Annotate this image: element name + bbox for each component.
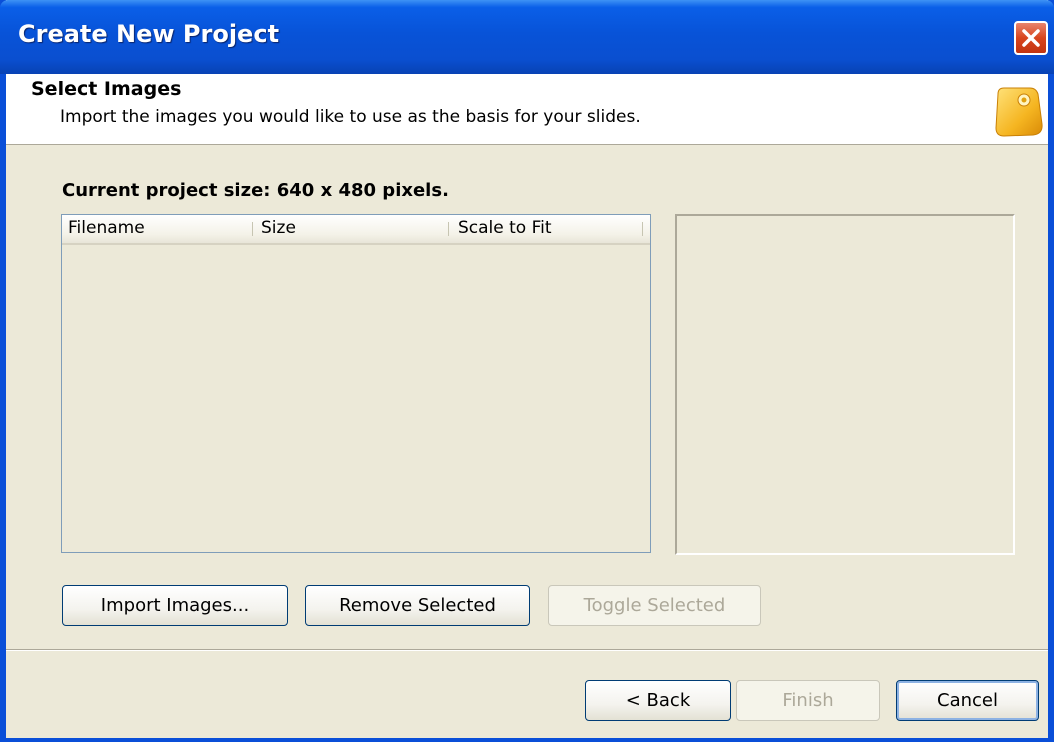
- column-divider[interactable]: [252, 222, 253, 236]
- back-button[interactable]: < Back: [585, 680, 731, 721]
- image-list[interactable]: Filename Size Scale to Fit: [61, 214, 651, 553]
- step-title: Select Images: [31, 78, 182, 100]
- import-images-button[interactable]: Import Images...: [62, 585, 288, 626]
- column-filename[interactable]: Filename: [68, 218, 145, 238]
- cancel-button[interactable]: Cancel: [896, 680, 1039, 721]
- column-scale-to-fit[interactable]: Scale to Fit: [458, 218, 552, 238]
- image-list-header: Filename Size Scale to Fit: [62, 215, 650, 245]
- column-divider[interactable]: [448, 222, 449, 236]
- wizard-header: Select Images Import the images you woul…: [6, 74, 1048, 145]
- column-divider[interactable]: [642, 222, 643, 236]
- close-icon: [1022, 29, 1040, 47]
- footer-divider: [6, 649, 1048, 651]
- window-title: Create New Project: [18, 20, 280, 48]
- step-description: Import the images you would like to use …: [60, 107, 641, 127]
- title-bar[interactable]: Create New Project: [0, 0, 1054, 74]
- remove-selected-button[interactable]: Remove Selected: [305, 585, 530, 626]
- finish-button[interactable]: Finish: [736, 680, 880, 721]
- project-size-label: Current project size: 640 x 480 pixels.: [62, 180, 449, 201]
- column-size[interactable]: Size: [261, 218, 296, 238]
- tag-icon: [995, 87, 1043, 137]
- toggle-selected-button[interactable]: Toggle Selected: [548, 585, 761, 626]
- image-preview-pane: [675, 214, 1015, 555]
- close-button[interactable]: [1014, 21, 1048, 55]
